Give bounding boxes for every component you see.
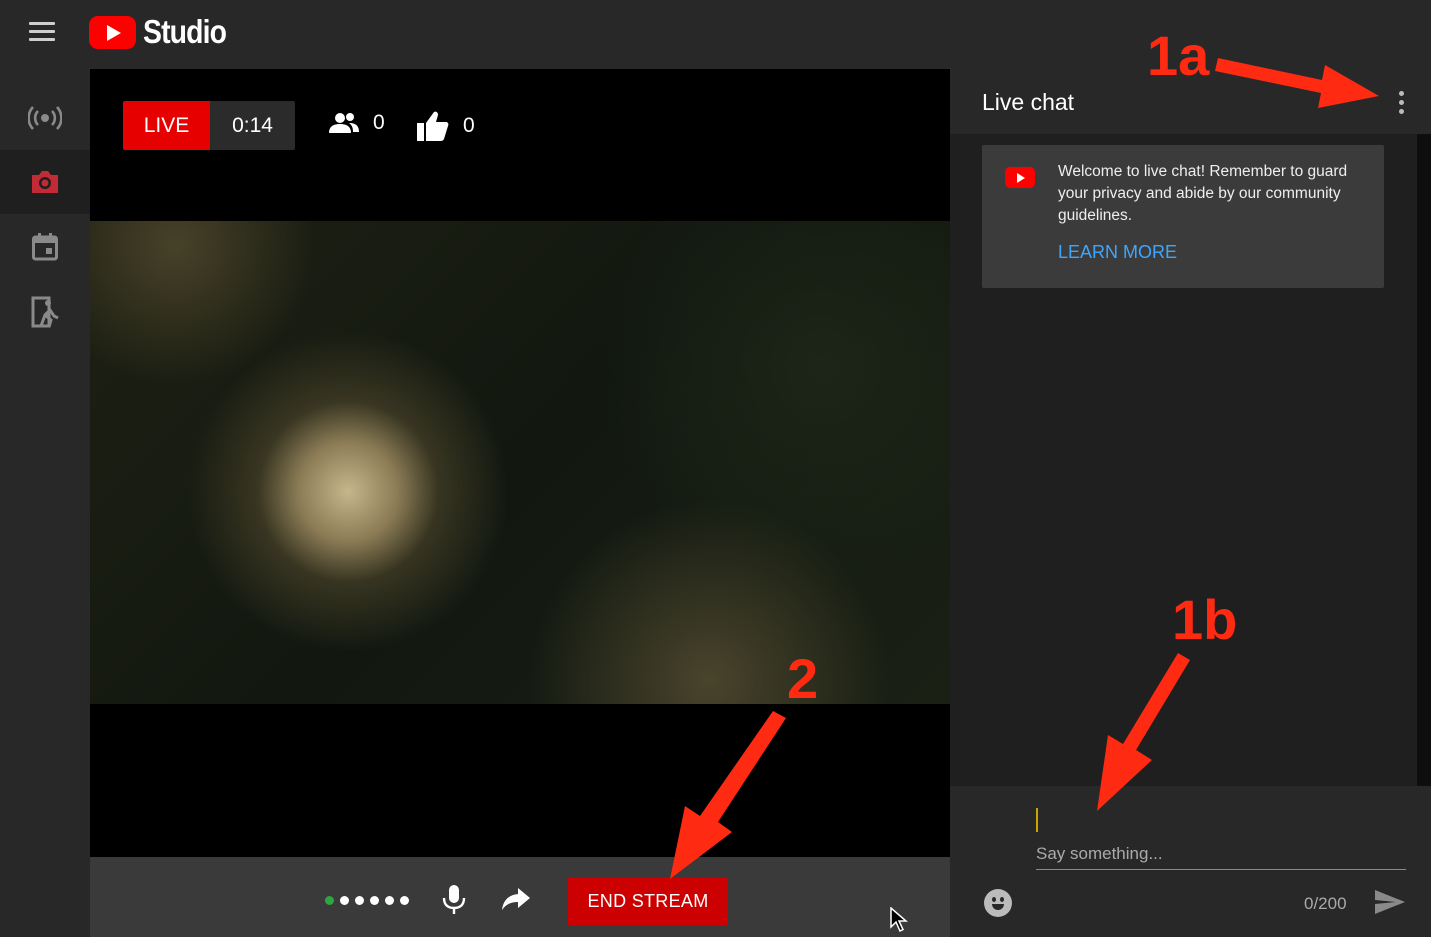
chat-message-input[interactable] (1036, 838, 1406, 870)
top-bar: Studio (0, 0, 1431, 69)
sidebar-item-stream[interactable] (0, 86, 90, 150)
welcome-message: Welcome to live chat! Remember to guard … (1058, 163, 1348, 224)
hamburger-menu-icon[interactable] (22, 14, 62, 48)
webcam-video-feed (90, 221, 950, 704)
end-stream-button[interactable]: END STREAM (568, 877, 728, 925)
more-options-icon[interactable] (1390, 87, 1412, 117)
sidebar-item-manage[interactable] (0, 280, 90, 344)
stream-preview: LIVE 0:14 0 0 (90, 69, 950, 857)
mouse-cursor-icon (890, 907, 908, 933)
live-chat-panel: Live chat Welcome to live chat! Remember… (950, 69, 1431, 937)
camera-icon (32, 171, 58, 193)
calendar-icon (32, 233, 58, 261)
audio-level-dot (340, 896, 349, 905)
welcome-banner: Welcome to live chat! Remember to guard … (982, 145, 1384, 288)
share-arrow-icon (502, 888, 530, 910)
viewer-count-value: 0 (373, 111, 385, 134)
share-button[interactable] (501, 887, 531, 916)
live-status-badge: LIVE 0:14 (123, 101, 295, 150)
audio-level-dot (325, 896, 334, 905)
send-icon[interactable] (1374, 889, 1406, 920)
audio-level-meter (325, 896, 409, 905)
audio-level-dot (400, 896, 409, 905)
live-label: LIVE (123, 101, 210, 150)
logo-text: Studio (143, 13, 227, 50)
learn-more-link[interactable]: LEARN MORE (1058, 242, 1177, 263)
sidebar (0, 69, 90, 937)
character-count: 0/200 (1304, 894, 1347, 913)
chat-title: Live chat (982, 89, 1075, 115)
emoji-icon[interactable] (984, 889, 1012, 917)
audio-level-dot (385, 896, 394, 905)
audio-level-dot (370, 896, 379, 905)
youtube-logo-icon (89, 15, 136, 49)
text-cursor (1036, 808, 1038, 832)
viewers-icon (329, 113, 359, 133)
studio-logo[interactable]: Studio (89, 12, 240, 52)
sidebar-item-webcam[interactable] (0, 150, 90, 214)
chat-composer: 0/200 (950, 786, 1431, 937)
chat-messages: Welcome to live chat! Remember to guard … (950, 134, 1417, 786)
annotation-label-2: 2 (787, 647, 819, 710)
annotation-label-1a: 1a (1147, 24, 1210, 87)
like-count-value: 0 (463, 114, 475, 137)
chat-scrollbar[interactable] (1417, 134, 1431, 786)
stream-controls: END STREAM (90, 857, 950, 937)
microphone-button[interactable] (442, 885, 466, 920)
manage-icon (31, 296, 59, 328)
audio-level-dot (355, 896, 364, 905)
broadcast-icon (28, 106, 62, 130)
sidebar-item-schedule[interactable] (0, 215, 90, 279)
like-count: 0 (417, 111, 475, 141)
youtube-icon (1005, 167, 1035, 188)
microphone-icon (442, 885, 466, 914)
viewer-count: 0 (329, 111, 385, 135)
elapsed-time: 0:14 (210, 101, 295, 150)
annotation-label-1b: 1b (1172, 588, 1238, 651)
thumbs-up-icon (417, 111, 449, 141)
